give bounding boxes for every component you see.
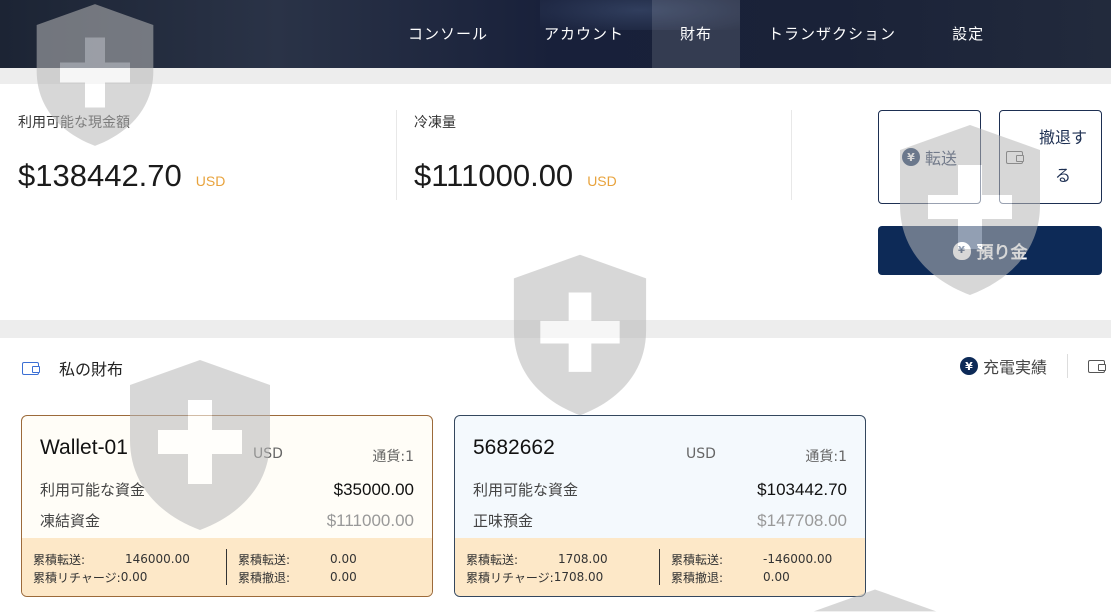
cumulative-withdraw-label: 累積撤退: xyxy=(238,570,291,585)
available-funds-row: 利用可能な資金 $103442.70 xyxy=(473,479,847,500)
nav-console[interactable]: コンソール xyxy=(380,0,516,68)
footer-divider xyxy=(659,549,660,585)
cumulative-transfer-out-value: 0.00 xyxy=(330,552,357,566)
footer-left-col: 累積転送: 146000.00 累積リチャージ: 0.00 xyxy=(33,550,190,586)
withdraw-label: 撤退す る xyxy=(1039,119,1087,195)
cumulative-withdraw-value: 0.00 xyxy=(763,570,790,584)
cumulative-transfer-out-value: -146000.00 xyxy=(763,552,833,566)
frozen-funds-label: 凍結資金 xyxy=(40,512,101,530)
balance-panel: 利用可能な現金額 $138442.70 USD 冷凍量 $111000.00 USD… xyxy=(0,84,1111,320)
wallet-name: 5682662 xyxy=(473,436,555,459)
available-amount-value: $138442.70 xyxy=(18,158,182,193)
cumulative-transfer-label: 累積転送: xyxy=(33,552,86,567)
wallet-currency: USD xyxy=(253,446,283,462)
top-navigation-bar: コンソール アカウント 財布 トランザクション 設定 xyxy=(0,0,1111,68)
footer-right-col: 累積転送: -146000.00 累積撤退: 0.00 xyxy=(671,550,832,586)
cumulative-recharge-value: 0.00 xyxy=(120,570,148,584)
available-balance-amount: $138442.70 USD xyxy=(18,158,225,194)
my-wallets-heading: 私の財布 xyxy=(22,356,123,380)
wallet-card[interactable]: 5682662 USD 通貨:1 利用可能な資金 $103442.70 正味預金… xyxy=(454,415,866,597)
available-funds-value: $103442.70 xyxy=(757,480,847,499)
link-divider xyxy=(1067,354,1068,378)
wallet-record-icon[interactable] xyxy=(1088,359,1106,373)
cumulative-transfer-out-label: 累積転送: xyxy=(671,552,724,567)
footer-right-col: 累積転送: 0.00 累積撤退: 0.00 xyxy=(238,550,357,586)
cumulative-transfer-value: 146000.00 xyxy=(125,552,190,566)
frozen-balance-label: 冷凍量 xyxy=(414,115,456,131)
cumulative-transfer-value: 1708.00 xyxy=(558,552,608,566)
wallet-icon xyxy=(22,361,40,375)
yen-coin-icon: ¥ xyxy=(959,357,978,375)
cumulative-withdraw-value: 0.00 xyxy=(330,570,357,584)
available-funds-row: 利用可能な資金 $35000.00 xyxy=(40,479,414,500)
deposit-button[interactable]: ¥ 預り金 xyxy=(878,226,1102,275)
net-deposit-row: 正味預金 $147708.00 xyxy=(473,510,847,531)
money-bag-icon: ¥ xyxy=(952,241,971,260)
wallet-card[interactable]: Wallet-01 USD 通貨:1 利用可能な資金 $35000.00 凍結資… xyxy=(21,415,433,597)
frozen-balance: 冷凍量 $111000.00 USD xyxy=(414,112,617,194)
main-nav: コンソール アカウント 財布 トランザクション 設定 xyxy=(380,0,1012,68)
wallet-currency: USD xyxy=(686,446,716,462)
recharge-record-label: 充電実績 xyxy=(982,358,1047,377)
wallet-currency-count: 通貨:1 xyxy=(372,449,414,465)
deposit-label: 預り金 xyxy=(976,243,1028,263)
footer-divider xyxy=(226,549,227,585)
cumulative-recharge-label: 累積リチャージ: xyxy=(33,570,121,585)
yen-coin-icon: ¥ xyxy=(901,148,920,166)
available-balance-label: 利用可能な現金額 xyxy=(18,115,130,131)
wallet-icon xyxy=(1006,150,1024,164)
nav-settings[interactable]: 設定 xyxy=(924,0,1012,68)
available-currency: USD xyxy=(195,173,226,189)
footer-left-col: 累積転送: 1708.00 累積リチャージ: 1708.00 xyxy=(466,550,608,586)
wallet-card-footer: 累積転送: 1708.00 累積リチャージ: 1708.00 累積転送: -14600… xyxy=(455,538,865,596)
wallet-links: ¥ 充電実績 xyxy=(959,354,1111,378)
transfer-label: 転送 xyxy=(924,149,957,168)
nav-account[interactable]: アカウント xyxy=(516,0,652,68)
balance-divider xyxy=(396,110,397,200)
nav-wallet[interactable]: 財布 xyxy=(652,0,741,68)
my-wallets-panel: 私の財布 ¥ 充電実績 Wallet-01 USD 通貨:1 利用可能な資金 $… xyxy=(0,338,1111,614)
wallet-currency-count: 通貨:1 xyxy=(805,449,847,465)
cumulative-transfer-out-label: 累積転送: xyxy=(238,552,291,567)
frozen-funds-row: 凍結資金 $111000.00 xyxy=(40,510,414,531)
my-wallets-title: 私の財布 xyxy=(59,360,124,379)
net-deposit-value: $147708.00 xyxy=(757,511,847,530)
withdraw-button[interactable]: 撤退す る xyxy=(999,110,1102,204)
frozen-balance-amount: $111000.00 USD xyxy=(414,158,617,194)
available-funds-label: 利用可能な資金 xyxy=(40,481,146,499)
withdraw-label-line2: る xyxy=(1055,166,1072,185)
nav-transactions[interactable]: トランザクション xyxy=(740,0,924,68)
balance-divider-2 xyxy=(791,110,792,200)
withdraw-label-line1: 撤退す xyxy=(1039,128,1088,147)
transfer-button[interactable]: ¥ 転送 xyxy=(878,110,981,204)
cumulative-transfer-label: 累積転送: xyxy=(466,552,519,567)
cumulative-recharge-label: 累積リチャージ: xyxy=(466,570,554,585)
frozen-currency: USD xyxy=(587,173,617,189)
recharge-record-link[interactable]: ¥ 充電実績 xyxy=(959,354,1047,378)
available-funds-label: 利用可能な資金 xyxy=(473,481,579,499)
cumulative-recharge-value: 1708.00 xyxy=(553,570,604,584)
wallet-name: Wallet-01 xyxy=(40,436,128,459)
net-deposit-label: 正味預金 xyxy=(473,512,534,530)
wallet-card-footer: 累積転送: 146000.00 累積リチャージ: 0.00 累積転送: 0.00 累積… xyxy=(22,538,432,596)
frozen-funds-value: $111000.00 xyxy=(326,511,414,530)
available-balance: 利用可能な現金額 $138442.70 USD xyxy=(18,112,225,194)
cumulative-withdraw-label: 累積撤退: xyxy=(671,570,724,585)
available-funds-value: $35000.00 xyxy=(333,480,414,499)
frozen-amount-value: $111000.00 xyxy=(414,158,574,193)
